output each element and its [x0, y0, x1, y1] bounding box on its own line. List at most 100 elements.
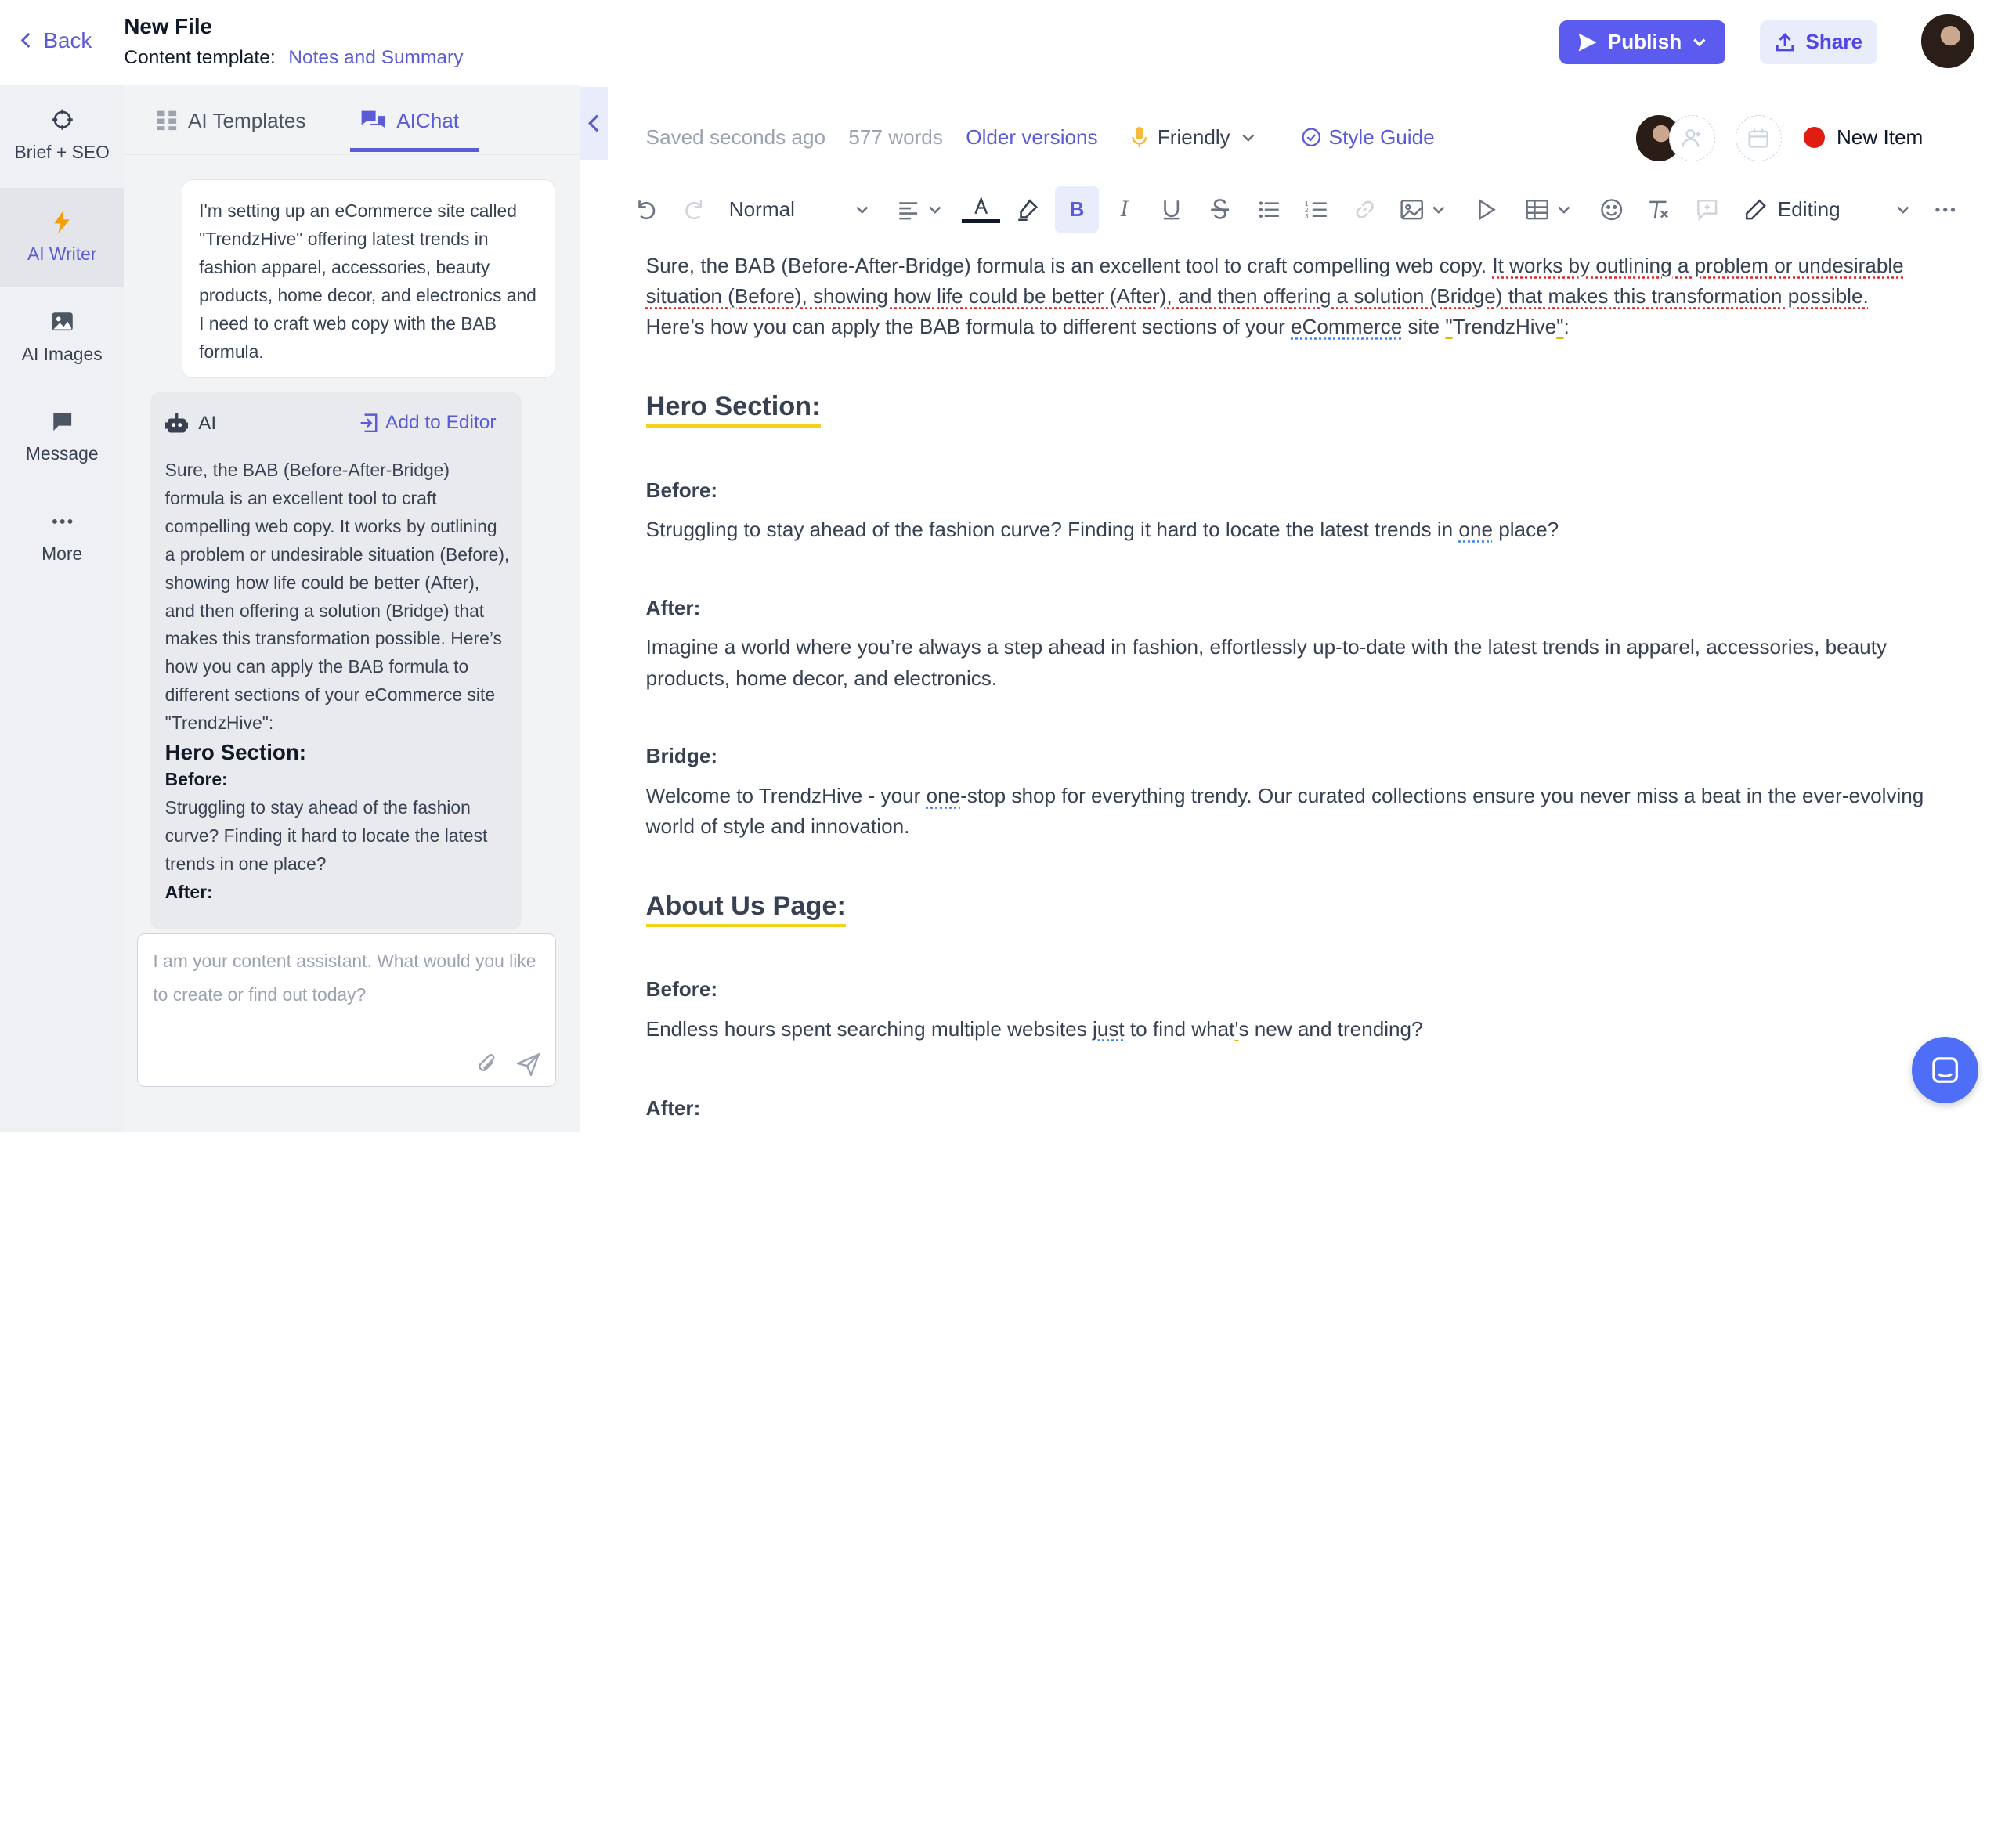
- bullet-list-icon[interactable]: [1255, 186, 1283, 233]
- tab-ai-templates[interactable]: AI Templates: [156, 109, 305, 133]
- chevron-down-icon[interactable]: [1893, 186, 1913, 233]
- tone-label: Friendly: [1158, 125, 1230, 150]
- hero-before-text: Struggling to stay ahead of the fashion …: [646, 514, 1925, 545]
- app-window: Back New File Content template: Notes an…: [0, 0, 2005, 1132]
- insert-icon: [359, 413, 378, 432]
- tone-dropdown[interactable]: Friendly: [1132, 125, 1255, 150]
- older-versions-link[interactable]: Older versions: [966, 125, 1097, 150]
- tab-label: AIChat: [396, 109, 459, 133]
- chat-input[interactable]: [153, 944, 543, 1047]
- collapse-panel-button[interactable]: [580, 87, 608, 160]
- rail-label: AI Images: [22, 344, 103, 365]
- play-icon[interactable]: [1472, 186, 1501, 233]
- chat-panel: AI Templates AIChat I'm setting up an eC…: [124, 85, 579, 1132]
- add-to-editor-label: Add to Editor: [385, 412, 497, 434]
- strikethrough-icon[interactable]: [1206, 186, 1234, 233]
- template-link[interactable]: Notes and Summary: [288, 47, 463, 68]
- rail-label: More: [42, 543, 82, 565]
- new-item-status[interactable]: New Item: [1804, 125, 1924, 150]
- clear-format-icon[interactable]: [1645, 186, 1673, 233]
- document-body[interactable]: Sure, the BAB (Before-After-Bridge) form…: [646, 251, 1925, 1124]
- chevron-left-icon: [18, 31, 36, 49]
- templates-icon: [156, 110, 178, 132]
- schedule-button[interactable]: [1736, 115, 1782, 161]
- calendar-icon: [1748, 128, 1768, 148]
- paragraph-text: place?: [1493, 518, 1559, 541]
- more-options-icon[interactable]: [1931, 186, 1960, 233]
- rail-label: AI Writer: [27, 244, 96, 265]
- add-to-editor-button[interactable]: Add to Editor: [359, 412, 496, 434]
- page-title: New File: [124, 14, 212, 39]
- user-avatar[interactable]: [1921, 14, 1975, 68]
- align-dropdown[interactable]: [893, 186, 947, 233]
- ai-message-body: Sure, the BAB (Before-After-Bridge) form…: [165, 457, 511, 907]
- ai-before-text: Struggling to stay ahead of the fashion …: [165, 794, 511, 879]
- block-style-dropdown[interactable]: Normal: [729, 186, 870, 233]
- hero-bridge-label: Bridge:: [646, 741, 1925, 771]
- emoji-icon[interactable]: [1598, 186, 1626, 233]
- ai-before-label: Before:: [165, 769, 228, 789]
- paragraph-text: Endless hours spent searching multiple w…: [646, 1017, 1093, 1041]
- chevron-down-icon: [1692, 34, 1707, 50]
- back-button[interactable]: Back: [18, 28, 92, 53]
- rail-item-brief-seo[interactable]: Brief + SEO: [0, 85, 124, 185]
- text-color-icon[interactable]: [962, 186, 1000, 233]
- microphone-icon: [1132, 127, 1147, 147]
- chat-tabs: AI Templates AIChat: [124, 85, 579, 154]
- publish-label: Publish: [1608, 30, 1682, 54]
- chevron-down-icon: [1431, 202, 1447, 218]
- top-header: Back New File Content template: Notes an…: [0, 0, 2005, 85]
- spelling-flag: one: [1458, 518, 1493, 541]
- text-color-swatch: [962, 219, 1000, 223]
- rail-label: Message: [26, 443, 99, 464]
- ai-label: AI: [198, 413, 216, 435]
- rail-item-ai-images[interactable]: AI Images: [0, 287, 124, 387]
- editing-mode-dropdown[interactable]: Editing: [1744, 186, 1913, 233]
- rail-item-message[interactable]: Message: [0, 388, 124, 487]
- hero-after-label: After:: [646, 593, 1925, 623]
- paragraph-text: s new and trending?: [1238, 1017, 1422, 1041]
- status-dot: [1804, 127, 1826, 149]
- chevron-down-icon: [854, 202, 870, 218]
- tab-aichat[interactable]: AIChat: [360, 109, 459, 133]
- crosshair-icon: [51, 108, 74, 131]
- comment-icon[interactable]: [1693, 186, 1721, 233]
- link-icon[interactable]: [1350, 186, 1378, 233]
- paragraph-text: Struggling to stay ahead of the fashion …: [646, 518, 1459, 541]
- insert-image-dropdown[interactable]: [1396, 186, 1450, 233]
- undo-icon[interactable]: [632, 186, 660, 233]
- intro-text: Here’s how you can apply the BAB formula…: [646, 315, 1291, 338]
- spelling-flag: one: [927, 784, 961, 807]
- send-icon[interactable]: [517, 1053, 540, 1076]
- ai-heading: Hero Section:: [165, 740, 511, 766]
- add-collaborator-button[interactable]: [1669, 115, 1715, 161]
- ai-after-label: After:: [165, 882, 213, 902]
- highlight-icon[interactable]: [1013, 186, 1041, 233]
- pencil-icon: [1744, 198, 1767, 221]
- share-button[interactable]: Share: [1760, 20, 1877, 64]
- bold-icon[interactable]: B: [1055, 186, 1099, 233]
- rail-item-ai-writer[interactable]: AI Writer: [0, 188, 124, 287]
- heading-hero-section: Hero Section:: [646, 390, 821, 428]
- publish-button[interactable]: Publish: [1559, 20, 1725, 64]
- saved-status: Saved seconds ago: [646, 125, 825, 150]
- left-rail: Brief + SEO AI Writer AI Images Message …: [0, 85, 124, 1132]
- table-dropdown[interactable]: [1522, 186, 1576, 233]
- support-chat-button[interactable]: [1912, 1037, 1978, 1103]
- italic-icon[interactable]: I: [1110, 186, 1138, 233]
- more-icon: [51, 510, 74, 532]
- style-guide-label: Style Guide: [1329, 125, 1435, 150]
- chevron-down-icon: [1241, 130, 1256, 146]
- style-guide-button[interactable]: Style Guide: [1302, 125, 1434, 150]
- rail-item-more[interactable]: More: [0, 487, 124, 587]
- chat-input-box: [137, 933, 557, 1087]
- message-icon: [51, 410, 74, 433]
- redo-icon[interactable]: [681, 186, 709, 233]
- check-circle-icon: [1302, 128, 1320, 146]
- active-tab-indicator: [350, 148, 478, 152]
- paperclip-icon[interactable]: [476, 1053, 499, 1076]
- about-before-text: Endless hours spent searching multiple w…: [646, 1014, 1925, 1045]
- numbered-list-icon[interactable]: 123: [1302, 186, 1330, 233]
- underline-icon[interactable]: [1158, 186, 1186, 233]
- word-count: 577 words: [848, 125, 942, 150]
